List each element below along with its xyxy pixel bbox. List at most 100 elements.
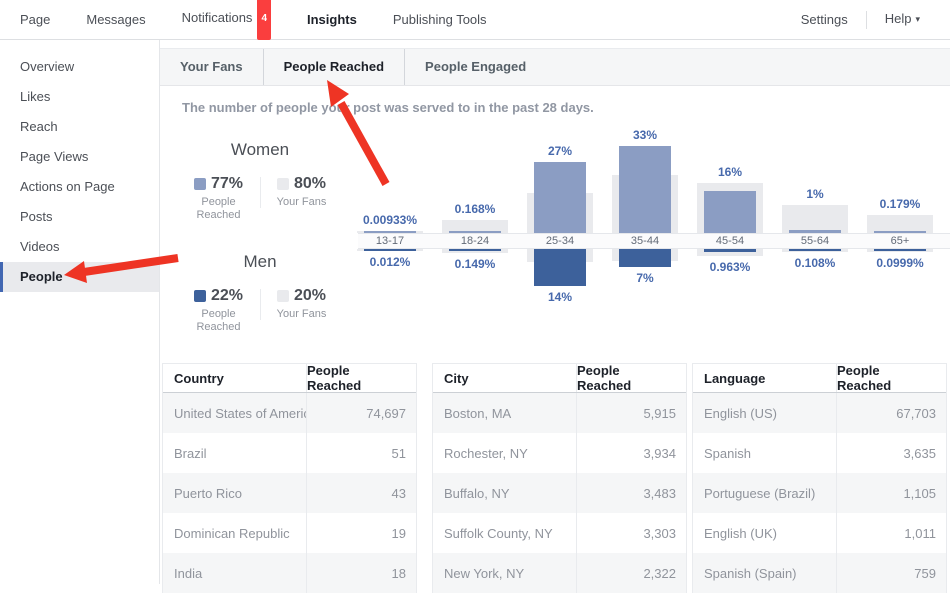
table-language: LanguagePeople ReachedEnglish (US)67,703… (692, 363, 947, 593)
topnav-messages[interactable]: Messages (68, 0, 163, 40)
row-label: Brazil (163, 433, 306, 473)
table-row: Puerto Rico43 (163, 473, 416, 513)
main-content: Your FansPeople ReachedPeople Engaged Th… (160, 40, 950, 584)
row-value: 759 (836, 553, 946, 593)
tab-people-engaged[interactable]: People Engaged (405, 49, 546, 85)
table-header-row: CityPeople Reached (433, 364, 686, 393)
row-value: 3,934 (576, 433, 686, 473)
row-label: Portuguese (Brazil) (693, 473, 836, 513)
column-header-people-reached: People Reached (576, 364, 686, 392)
legend-divider (260, 177, 261, 208)
value-label-women-18-24: 0.168% (415, 202, 535, 216)
table-country: CountryPeople ReachedUnited States of Am… (162, 363, 417, 593)
bar-reached-men-35-44 (619, 249, 671, 267)
sidebar-item-actions-on-page[interactable]: Actions on Page (0, 172, 159, 202)
sidebar-item-likes[interactable]: Likes (0, 82, 159, 112)
bar-reached-women-35-44 (619, 146, 671, 233)
men-fans-swatch-icon (277, 290, 289, 302)
row-value: 74,697 (306, 393, 416, 433)
tab-your-fans[interactable]: Your Fans (160, 49, 264, 85)
bar-reached-men-55-64 (789, 249, 841, 251)
age-tick-35-44: 35-44 (605, 234, 685, 250)
value-label-women-35-44: 33% (585, 128, 705, 142)
sidebar-item-people[interactable]: People (0, 262, 159, 292)
sidebar-item-overview[interactable]: Overview (0, 52, 159, 82)
row-value: 2,322 (576, 553, 686, 593)
caret-down-icon: ▾ (915, 14, 920, 24)
women-reached-caption: People Reached (183, 196, 255, 222)
value-label-women-45-54: 16% (670, 165, 790, 179)
row-label: Spanish (Spain) (693, 553, 836, 593)
row-label: United States of America (163, 393, 306, 433)
topnav-insights[interactable]: Insights (289, 0, 375, 40)
notifications-count-badge: 4 (257, 0, 271, 40)
men-reached-caption: People Reached (183, 308, 255, 334)
table-row: Portuguese (Brazil)1,105 (693, 473, 946, 513)
table-row: Boston, MA5,915 (433, 393, 686, 433)
row-value: 3,303 (576, 513, 686, 553)
row-label: English (US) (693, 393, 836, 433)
row-value: 67,703 (836, 393, 946, 433)
age-tick-55-64: 55-64 (775, 234, 855, 250)
column-header-people-reached: People Reached (836, 364, 946, 392)
table-header-row: LanguagePeople Reached (693, 364, 946, 393)
row-label: Suffolk County, NY (433, 513, 576, 553)
row-value: 3,635 (836, 433, 946, 473)
row-label: Buffalo, NY (433, 473, 576, 513)
row-value: 3,483 (576, 473, 686, 513)
age-tick-65: 65+ (860, 234, 940, 250)
chart-subtitle: The number of people your post was serve… (182, 100, 594, 115)
topnav-notifications[interactable]: Notifications4 (164, 0, 289, 41)
table-row: Spanish (Spain)759 (693, 553, 946, 593)
age-tick-18-24: 18-24 (435, 234, 515, 250)
men-fans-pct: 20% (294, 287, 326, 305)
row-value: 1,011 (836, 513, 946, 553)
sidebar: OverviewLikesReachPage ViewsActions on P… (0, 40, 160, 584)
column-header-city: City (433, 364, 576, 392)
row-value: 19 (306, 513, 416, 553)
column-header-language: Language (693, 364, 836, 392)
topnav-help[interactable]: Help▾ (867, 0, 938, 40)
row-label: Dominican Republic (163, 513, 306, 553)
women-reached-pct: 77% (211, 175, 243, 193)
value-label-men-18-24: 0.149% (415, 257, 535, 271)
bar-reached-men-65 (874, 249, 926, 251)
value-label-men-65: 0.0999% (840, 256, 950, 270)
value-label-women-25-34: 27% (500, 144, 620, 158)
row-label: English (UK) (693, 513, 836, 553)
sidebar-item-videos[interactable]: Videos (0, 232, 159, 262)
legend-women: Women 77% People Reached 80% Your Fans (180, 140, 340, 222)
women-fans-pct: 80% (294, 175, 326, 193)
age-tick-25-34: 25-34 (520, 234, 600, 250)
top-nav-left: PageMessagesNotifications4InsightsPublis… (0, 0, 505, 39)
sidebar-item-posts[interactable]: Posts (0, 202, 159, 232)
bar-reached-men-13-17 (364, 249, 416, 251)
table-header-row: CountryPeople Reached (163, 364, 416, 393)
women-reached-swatch-icon (194, 178, 206, 190)
tab-people-reached[interactable]: People Reached (264, 49, 405, 85)
table-row: Spanish3,635 (693, 433, 946, 473)
top-nav: PageMessagesNotifications4InsightsPublis… (0, 0, 950, 40)
top-nav-right: SettingsHelp▾ (783, 0, 950, 39)
table-row: India18 (163, 553, 416, 593)
table-row: Brazil51 (163, 433, 416, 473)
bar-reached-women-65 (874, 231, 926, 233)
table-row: Rochester, NY3,934 (433, 433, 686, 473)
row-label: Puerto Rico (163, 473, 306, 513)
men-reached-swatch-icon (194, 290, 206, 302)
topnav-page[interactable]: Page (2, 0, 68, 40)
topnav-settings[interactable]: Settings (783, 0, 866, 40)
row-label: India (163, 553, 306, 593)
legend-women-title: Women (180, 140, 340, 160)
age-gender-bar-chart: 13-170.00933%0.012%18-240.168%0.149%25-3… (350, 115, 950, 373)
row-label: Boston, MA (433, 393, 576, 433)
sidebar-item-page-views[interactable]: Page Views (0, 142, 159, 172)
row-value: 43 (306, 473, 416, 513)
table-row: United States of America74,697 (163, 393, 416, 433)
topnav-publishing-tools[interactable]: Publishing Tools (375, 0, 505, 40)
column-header-people-reached: People Reached (306, 364, 416, 392)
row-value: 51 (306, 433, 416, 473)
table-city: CityPeople ReachedBoston, MA5,915Rochest… (432, 363, 687, 593)
men-reached-pct: 22% (211, 287, 243, 305)
sidebar-item-reach[interactable]: Reach (0, 112, 159, 142)
